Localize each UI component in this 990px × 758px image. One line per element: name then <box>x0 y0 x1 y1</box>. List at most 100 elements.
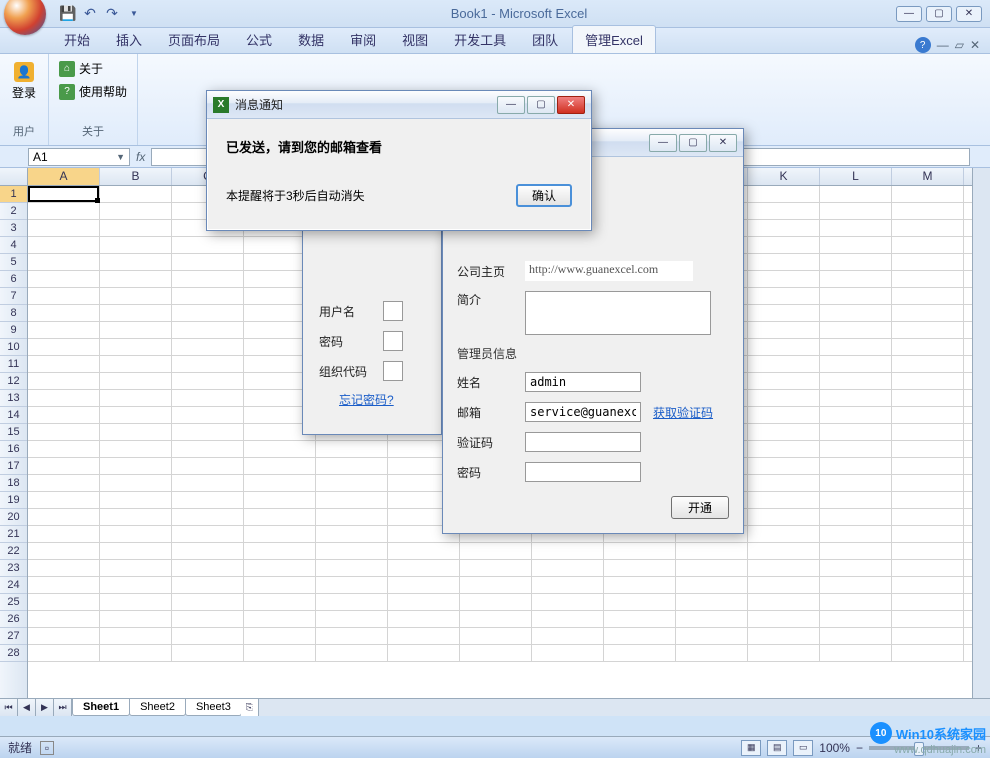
sheet-nav-last[interactable]: ⏭ <box>54 699 72 716</box>
row-header[interactable]: 17 <box>0 458 27 475</box>
new-sheet-button[interactable]: ⎘ <box>241 699 259 716</box>
tab-insert[interactable]: 插入 <box>104 26 154 53</box>
row-header[interactable]: 26 <box>0 611 27 628</box>
row-header[interactable]: 16 <box>0 441 27 458</box>
forgot-password-link[interactable]: 忘记密码? <box>339 391 394 408</box>
tab-home[interactable]: 开始 <box>52 26 102 53</box>
row-header[interactable]: 21 <box>0 526 27 543</box>
msg-close-button[interactable]: ✕ <box>557 96 585 114</box>
row-header[interactable]: 2 <box>0 203 27 220</box>
row-header[interactable]: 9 <box>0 322 27 339</box>
msg-max-button[interactable]: ▢ <box>527 96 555 114</box>
view-pagelayout-button[interactable]: ▤ <box>767 740 787 756</box>
horizontal-scrollbar[interactable] <box>265 699 990 716</box>
row-header[interactable]: 11 <box>0 356 27 373</box>
register-max-button[interactable]: ▢ <box>679 134 707 152</box>
row-header[interactable]: 24 <box>0 577 27 594</box>
about-button[interactable]: ⌂ 关于 <box>57 58 129 79</box>
intro-textarea[interactable] <box>525 291 711 335</box>
fx-icon[interactable]: fx <box>136 150 145 164</box>
row-header[interactable]: 28 <box>0 645 27 662</box>
row-header[interactable]: 20 <box>0 509 27 526</box>
register-close-button[interactable]: ✕ <box>709 134 737 152</box>
row-header[interactable]: 3 <box>0 220 27 237</box>
help-button[interactable]: ? 使用帮助 <box>57 81 129 102</box>
zoom-in-button[interactable]: + <box>975 741 982 755</box>
row-header[interactable]: 18 <box>0 475 27 492</box>
row-header[interactable]: 23 <box>0 560 27 577</box>
tab-formulas[interactable]: 公式 <box>234 26 284 53</box>
admin-info-label: 管理员信息 <box>457 345 729 362</box>
submit-button[interactable]: 开通 <box>671 496 729 519</box>
row-header[interactable]: 22 <box>0 543 27 560</box>
row-header[interactable]: 12 <box>0 373 27 390</box>
sheet-nav-next[interactable]: ▶ <box>36 699 54 716</box>
row-header[interactable]: 15 <box>0 424 27 441</box>
column-header[interactable]: A <box>28 168 100 185</box>
view-normal-button[interactable]: ▦ <box>741 740 761 756</box>
row-header[interactable]: 4 <box>0 237 27 254</box>
get-code-link[interactable]: 获取验证码 <box>653 404 713 421</box>
sheet-nav-first[interactable]: ⏮ <box>0 699 18 716</box>
close-button[interactable]: ✕ <box>956 6 982 22</box>
doc-close-icon[interactable]: ✕ <box>970 38 980 52</box>
row-header[interactable]: 10 <box>0 339 27 356</box>
zoom-slider[interactable] <box>869 746 969 750</box>
password-input[interactable] <box>383 331 403 351</box>
register-min-button[interactable]: — <box>649 134 677 152</box>
tab-data[interactable]: 数据 <box>286 26 336 53</box>
column-header[interactable]: L <box>820 168 892 185</box>
namebox-dropdown-icon[interactable]: ▼ <box>116 152 125 162</box>
row-header[interactable]: 25 <box>0 594 27 611</box>
admin-name-input[interactable] <box>525 372 641 392</box>
row-header[interactable]: 5 <box>0 254 27 271</box>
message-dialog-titlebar[interactable]: X 消息通知 — ▢ ✕ <box>207 91 591 119</box>
vertical-scrollbar[interactable] <box>972 168 990 698</box>
row-header[interactable]: 6 <box>0 271 27 288</box>
zoom-out-button[interactable]: − <box>856 741 863 755</box>
row-header[interactable]: 27 <box>0 628 27 645</box>
help-icon[interactable]: ? <box>915 37 931 53</box>
row-header[interactable]: 7 <box>0 288 27 305</box>
admin-email-input[interactable] <box>525 402 641 422</box>
row-header[interactable]: 13 <box>0 390 27 407</box>
doc-restore-icon[interactable]: ▱ <box>955 38 964 52</box>
about-label: 关于 <box>79 60 103 77</box>
org-input[interactable] <box>383 361 403 381</box>
row-header[interactable]: 19 <box>0 492 27 509</box>
column-header[interactable]: B <box>100 168 172 185</box>
sheet-tab[interactable]: Sheet2 <box>129 699 186 716</box>
sheet-tab[interactable]: Sheet1 <box>72 699 130 716</box>
macro-record-icon[interactable]: ▫ <box>40 741 54 755</box>
sheet-nav-prev[interactable]: ◀ <box>18 699 36 716</box>
undo-icon[interactable]: ↶ <box>82 6 98 22</box>
name-box[interactable]: A1 ▼ <box>28 148 130 166</box>
tab-manage-excel[interactable]: 管理Excel <box>572 25 656 53</box>
code-input[interactable] <box>525 432 641 452</box>
msg-min-button[interactable]: — <box>497 96 525 114</box>
admin-password-input[interactable] <box>525 462 641 482</box>
column-header[interactable]: M <box>892 168 964 185</box>
minimize-button[interactable]: — <box>896 6 922 22</box>
row-header[interactable]: 8 <box>0 305 27 322</box>
login-button[interactable]: 👤 登录 <box>8 58 40 121</box>
ok-button[interactable]: 确认 <box>516 184 572 207</box>
save-icon[interactable]: 💾 <box>60 6 76 22</box>
zoom-level[interactable]: 100% <box>819 741 850 755</box>
row-header[interactable]: 14 <box>0 407 27 424</box>
row-header[interactable]: 1 <box>0 186 27 203</box>
tab-developer[interactable]: 开发工具 <box>442 26 518 53</box>
column-header[interactable]: K <box>748 168 820 185</box>
tab-team[interactable]: 团队 <box>520 26 570 53</box>
view-pagebreak-button[interactable]: ▭ <box>793 740 813 756</box>
sheet-tab[interactable]: Sheet3 <box>185 699 242 716</box>
doc-minimize-icon[interactable]: — <box>937 38 949 52</box>
qat-dropdown-icon[interactable]: ▼ <box>126 6 142 22</box>
select-all-corner[interactable] <box>0 168 28 186</box>
tab-pagelayout[interactable]: 页面布局 <box>156 26 232 53</box>
maximize-button[interactable]: ▢ <box>926 6 952 22</box>
redo-icon[interactable]: ↷ <box>104 6 120 22</box>
tab-review[interactable]: 审阅 <box>338 26 388 53</box>
username-input[interactable] <box>383 301 403 321</box>
tab-view[interactable]: 视图 <box>390 26 440 53</box>
